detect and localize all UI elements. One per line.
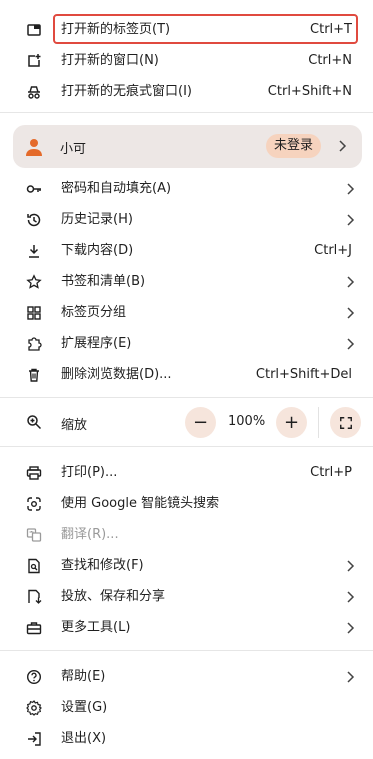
fullscreen-icon xyxy=(339,416,352,429)
chevron-right-icon xyxy=(345,306,355,319)
menu-item-downloads[interactable]: 下载内容(D) Ctrl+J xyxy=(0,235,373,266)
zoom-icon xyxy=(26,414,42,430)
menu-item-more-tools[interactable]: 更多工具(L) xyxy=(0,612,373,643)
chevron-right-icon xyxy=(345,590,355,603)
shortcut-label: Ctrl+Shift+Del xyxy=(255,366,352,382)
shortcut-label: Ctrl+J xyxy=(314,242,352,258)
menu-item-label: 扩展程序(E) xyxy=(61,335,132,351)
profile-row[interactable]: 小可 未登录 xyxy=(13,125,362,168)
menu-item-incognito[interactable]: 打开新的无痕式窗口(I) Ctrl+Shift+N xyxy=(0,76,373,107)
incognito-icon xyxy=(26,84,42,100)
extension-icon xyxy=(26,336,42,352)
cast-save-share-icon xyxy=(26,589,42,605)
tab-groups-icon xyxy=(26,305,42,321)
menu-item-label: 查找和修改(F) xyxy=(61,557,144,573)
signin-status-badge[interactable]: 未登录 xyxy=(266,134,322,158)
new-tab-icon xyxy=(26,22,42,38)
menu-item-label: 设置(G) xyxy=(61,699,108,715)
menu-item-label: 帮助(E) xyxy=(61,668,106,684)
menu-item-settings[interactable]: 设置(G) xyxy=(0,692,373,723)
menu-item-label: 打印(P)... xyxy=(61,464,118,480)
menu-item-label: 使用 Google 智能镜头搜索 xyxy=(61,495,220,511)
menu-item-cast-save-share[interactable]: 投放、保存和分享 xyxy=(0,581,373,612)
find-icon xyxy=(26,558,42,574)
menu-item-label: 书签和清单(B) xyxy=(61,273,146,289)
exit-icon xyxy=(26,731,42,747)
trash-icon xyxy=(26,367,42,383)
chevron-right-icon xyxy=(337,140,347,152)
menu-item-exit[interactable]: 退出(X) xyxy=(0,723,373,754)
shortcut-label: Ctrl+Shift+N xyxy=(267,83,352,99)
menu-item-label: 密码和自动填充(A) xyxy=(61,180,172,196)
help-icon xyxy=(26,669,42,685)
translate-icon xyxy=(26,527,42,543)
menu-item-new-window[interactable]: 打开新的窗口(N) Ctrl+N xyxy=(0,45,373,76)
menu-item-label: 退出(X) xyxy=(61,730,107,746)
zoom-in-button[interactable]: + xyxy=(276,407,307,438)
shortcut-label: Ctrl+P xyxy=(310,464,352,480)
chevron-right-icon xyxy=(345,275,355,288)
menu-item-tab-groups[interactable]: 标签页分组 xyxy=(0,297,373,328)
menu-item-label: 打开新的窗口(N) xyxy=(61,52,159,68)
chevron-right-icon xyxy=(345,182,355,195)
avatar-icon xyxy=(24,137,44,157)
menu-item-google-lens[interactable]: 使用 Google 智能镜头搜索 xyxy=(0,488,373,519)
fullscreen-button[interactable] xyxy=(330,407,361,438)
download-icon xyxy=(26,243,42,259)
history-icon xyxy=(26,212,42,228)
menu-item-help[interactable]: 帮助(E) xyxy=(0,661,373,692)
key-icon xyxy=(26,181,42,197)
menu-item-find[interactable]: 查找和修改(F) xyxy=(0,550,373,581)
highlight-annotation xyxy=(53,14,358,44)
chrome-main-menu: 打开新的标签页(T) Ctrl+T 打开新的窗口(N) Ctrl+N 打开新的无… xyxy=(0,0,373,759)
menu-item-extensions[interactable]: 扩展程序(E) xyxy=(0,328,373,359)
menu-item-history[interactable]: 历史记录(H) xyxy=(0,204,373,235)
menu-item-label: 历史记录(H) xyxy=(61,211,133,227)
google-lens-icon xyxy=(26,496,42,512)
menu-item-label: 标签页分组 xyxy=(61,304,127,320)
menu-item-label: 翻译(R)... xyxy=(61,526,119,542)
menu-item-passwords[interactable]: 密码和自动填充(A) xyxy=(0,173,373,204)
menu-item-print[interactable]: 打印(P)... Ctrl+P xyxy=(0,457,373,488)
divider xyxy=(0,397,373,398)
chevron-right-icon xyxy=(345,621,355,634)
shortcut-label: Ctrl+N xyxy=(308,52,352,68)
divider xyxy=(0,112,373,113)
chevron-right-icon xyxy=(345,670,355,683)
new-window-icon xyxy=(26,53,42,69)
menu-item-label: 更多工具(L) xyxy=(61,619,131,635)
zoom-row: 缩放 − 100% + xyxy=(0,407,373,438)
chevron-right-icon xyxy=(345,213,355,226)
zoom-label: 缩放 xyxy=(61,418,88,433)
zoom-level: 100% xyxy=(228,414,266,429)
menu-item-bookmarks[interactable]: 书签和清单(B) xyxy=(0,266,373,297)
zoom-separator xyxy=(318,407,319,438)
menu-item-label: 删除浏览数据(D)... xyxy=(61,366,172,382)
chevron-right-icon xyxy=(345,337,355,350)
menu-item-label: 下载内容(D) xyxy=(61,242,134,258)
divider xyxy=(0,650,373,651)
menu-item-label: 打开新的无痕式窗口(I) xyxy=(61,83,192,99)
menu-item-clear-data[interactable]: 删除浏览数据(D)... Ctrl+Shift+Del xyxy=(0,359,373,390)
profile-name: 小可 xyxy=(60,142,87,157)
zoom-out-button[interactable]: − xyxy=(185,407,216,438)
menu-item-label: 投放、保存和分享 xyxy=(61,588,166,604)
chevron-right-icon xyxy=(345,559,355,572)
menu-item-translate[interactable]: 翻译(R)... xyxy=(0,519,373,550)
print-icon xyxy=(26,465,42,481)
settings-icon xyxy=(26,699,42,716)
toolbox-icon xyxy=(26,620,42,636)
star-icon xyxy=(26,273,42,290)
divider xyxy=(0,446,373,447)
